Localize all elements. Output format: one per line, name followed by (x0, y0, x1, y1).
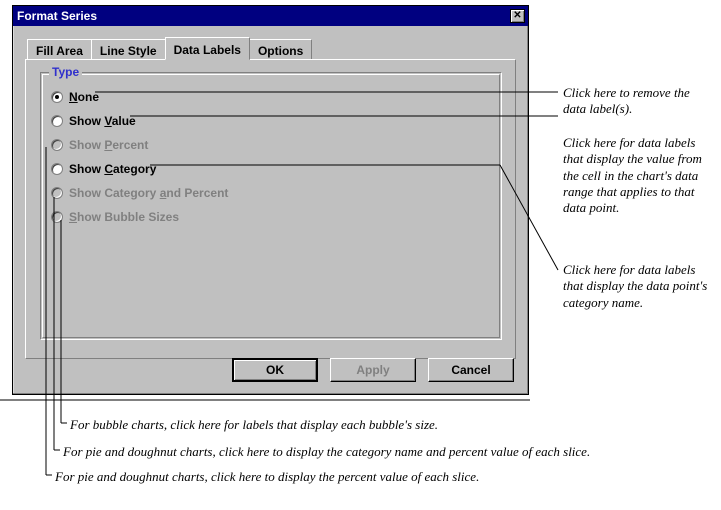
callout-show-value: Click here for data labels that display … (563, 135, 713, 216)
apply-button: Apply (330, 358, 416, 382)
radio-icon (51, 91, 63, 103)
radio-icon (51, 163, 63, 175)
callout-none: Click here to remove the data label(s). (563, 85, 713, 118)
callout-bubble: For bubble charts, click here for labels… (70, 417, 710, 433)
radio-show-value[interactable]: Show Value (51, 109, 501, 133)
radio-show-category-and-percent: Show Category and Percent (51, 181, 501, 205)
tab-data-labels[interactable]: Data Labels (165, 37, 250, 60)
close-button[interactable]: ✕ (510, 9, 525, 23)
type-options: None Show Value Show Percent Show Catego… (41, 73, 501, 229)
close-icon: ✕ (513, 11, 521, 21)
radio-show-percent: Show Percent (51, 133, 501, 157)
titlebar: Format Series ✕ (13, 6, 528, 26)
radio-icon (51, 211, 63, 223)
tab-options[interactable]: Options (249, 39, 312, 59)
radio-label: Show Bubble Sizes (69, 210, 179, 224)
group-title: Type (49, 65, 82, 79)
tab-fill-area[interactable]: Fill Area (27, 39, 92, 59)
radio-icon (51, 115, 63, 127)
callout-cat-pct: For pie and doughnut charts, click here … (63, 444, 713, 460)
type-groupbox: Type None Show Value Show Percent Show C… (40, 72, 502, 340)
callout-show-category: Click here for data labels that display … (563, 262, 713, 311)
dialog-title: Format Series (17, 9, 97, 23)
ok-button[interactable]: OK (232, 358, 318, 382)
format-series-dialog: Format Series ✕ Fill Area Line Style Dat… (12, 5, 529, 395)
callout-pct: For pie and doughnut charts, click here … (55, 469, 705, 485)
radio-label: Show Category (69, 162, 156, 176)
radio-show-bubble-sizes: Show Bubble Sizes (51, 205, 501, 229)
radio-icon (51, 139, 63, 151)
radio-label: Show Category and Percent (69, 186, 228, 200)
radio-none[interactable]: None (51, 85, 501, 109)
tab-line-style[interactable]: Line Style (91, 39, 166, 59)
radio-icon (51, 187, 63, 199)
tabstrip: Fill Area Line Style Data Labels Options (27, 36, 528, 59)
radio-label: Show Value (69, 114, 136, 128)
radio-show-category[interactable]: Show Category (51, 157, 501, 181)
radio-label: Show Percent (69, 138, 148, 152)
tab-panel: Type None Show Value Show Percent Show C… (25, 59, 516, 359)
button-bar: OK Apply Cancel (232, 358, 514, 382)
radio-label: None (69, 90, 99, 104)
cancel-button[interactable]: Cancel (428, 358, 514, 382)
